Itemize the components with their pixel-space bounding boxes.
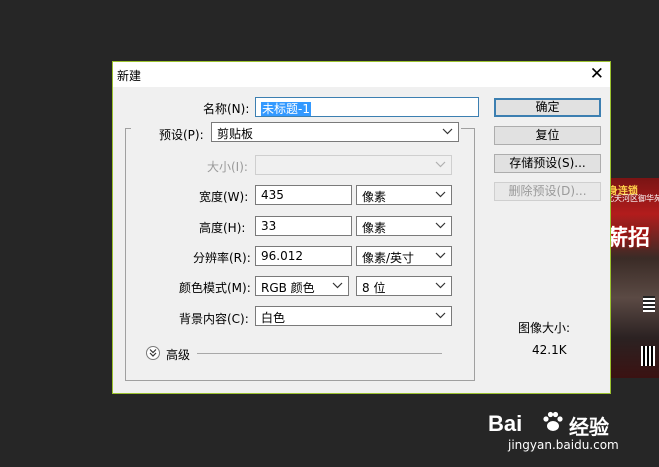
chevron-down-icon	[435, 312, 446, 319]
color-mode-dropdown[interactable]: RGB 颜色	[255, 276, 349, 296]
watermark-brand-suffix: 经验	[569, 415, 609, 439]
height-input[interactable]: 33	[255, 216, 352, 236]
name-input[interactable]: 未标题-1	[255, 97, 479, 117]
name-label: 名称(N):	[203, 102, 250, 116]
width-unit-value: 像素	[362, 190, 387, 204]
watermark-logo-text: Bai	[488, 411, 523, 436]
delete-preset-button: 删除预设(D)...	[494, 182, 601, 201]
advanced-label[interactable]: 高级	[166, 346, 190, 363]
height-unit-dropdown[interactable]: 像素	[356, 216, 452, 236]
chevron-down-icon	[332, 282, 343, 289]
double-chevron-down-icon	[149, 349, 157, 357]
height-value: 33	[261, 219, 277, 233]
resolution-unit-value: 像素/英寸	[362, 251, 415, 265]
chevron-down-icon	[435, 282, 446, 289]
paw-icon	[543, 411, 563, 431]
height-unit-value: 像素	[362, 221, 387, 235]
title-bar[interactable]: 新建 ✕	[113, 62, 610, 87]
resolution-value: 96.012	[261, 249, 303, 263]
size-dropdown	[255, 155, 452, 175]
bit-depth-value: 8 位	[362, 281, 386, 295]
width-unit-dropdown[interactable]: 像素	[356, 185, 452, 205]
resolution-label: 分辨率(R):	[193, 251, 251, 265]
width-label: 宽度(W):	[199, 190, 249, 204]
image-size-value: 42.1K	[532, 343, 567, 357]
size-label: 大小(I):	[207, 160, 248, 174]
chevron-down-icon	[435, 222, 446, 229]
resolution-input[interactable]: 96.012	[255, 246, 352, 266]
poster-qr-code	[641, 346, 655, 366]
width-value: 435	[261, 188, 284, 202]
background-label: 背景内容(C):	[179, 312, 249, 326]
save-preset-button[interactable]: 存储预设(S)...	[494, 154, 601, 173]
background-poster-image: 身连锁 北天河区御华苑 薪招	[604, 178, 659, 378]
color-mode-value: RGB 颜色	[261, 281, 315, 295]
chevron-down-icon	[435, 191, 446, 198]
color-mode-label: 颜色模式(M):	[179, 281, 251, 295]
close-icon[interactable]: ✕	[590, 64, 604, 84]
background-value: 白色	[261, 311, 286, 325]
height-label: 高度(H):	[199, 221, 246, 235]
chevron-down-icon	[442, 128, 453, 135]
poster-text-line2: 北天河区御华苑	[606, 194, 659, 203]
advanced-divider	[197, 353, 442, 354]
new-document-dialog: 新建 ✕ 名称(N): 未标题-1 预设(P): 剪贴板 大小(I): 宽度(W…	[112, 61, 611, 394]
preset-value: 剪贴板	[217, 127, 254, 141]
reset-button[interactable]: 复位	[494, 126, 601, 145]
background-dropdown[interactable]: 白色	[255, 306, 452, 326]
chevron-down-icon	[435, 252, 446, 259]
width-input[interactable]: 435	[255, 185, 352, 205]
poster-graphic	[643, 296, 655, 312]
poster-headline: 薪招	[606, 226, 651, 251]
baidu-jingyan-watermark: Bai 经验 jingyan.baidu.com	[480, 405, 630, 465]
bit-depth-dropdown[interactable]: 8 位	[356, 276, 452, 296]
dialog-title: 新建	[117, 69, 142, 83]
resolution-unit-dropdown[interactable]: 像素/英寸	[356, 246, 452, 266]
preset-label: 预设(P):	[159, 128, 204, 142]
ok-button[interactable]: 确定	[494, 98, 601, 117]
preset-dropdown[interactable]: 剪贴板	[211, 122, 459, 142]
watermark-url: jingyan.baidu.com	[508, 438, 619, 452]
advanced-toggle-button[interactable]	[146, 346, 160, 360]
image-size-label: 图像大小:	[518, 321, 571, 335]
chevron-down-icon	[435, 161, 446, 168]
name-input-value: 未标题-1	[261, 102, 311, 116]
